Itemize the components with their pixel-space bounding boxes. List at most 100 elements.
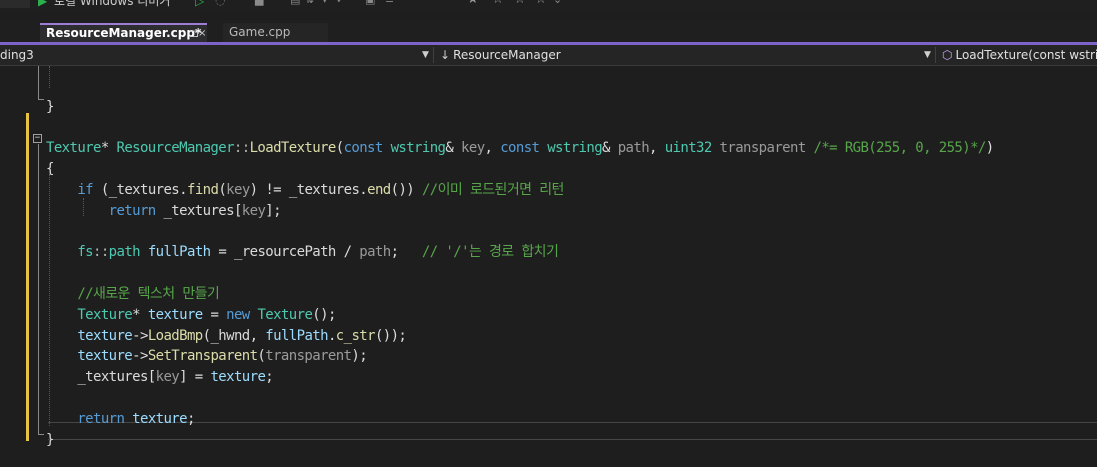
code-token: /: [335, 244, 360, 261]
code-token: (: [218, 182, 227, 198]
code-token: ->: [132, 327, 148, 344]
code-line[interactable]: if (_textures.find(key) != _textures.end…: [46, 180, 564, 201]
method-cube-icon: ⬡: [942, 48, 953, 62]
bookmark-clear-icon[interactable]: ☆: [535, 0, 547, 7]
code-token: [: [147, 369, 156, 386]
code-token: &: [602, 140, 618, 157]
filter-icon[interactable]: ▾: [322, 0, 328, 6]
code-line[interactable]: //새로운 텍스처 만들기: [46, 284, 219, 305]
code-token: //이미 로드된거면 리턴: [421, 182, 564, 198]
code-token: ());: [374, 327, 407, 344]
code-token: end: [367, 182, 391, 198]
code-token: *: [132, 306, 148, 323]
hot-reload-icon[interactable]: ▆: [255, 0, 263, 6]
code-token: Texture: [46, 140, 101, 157]
code-token: /*= RGB(255, 0, 255)*/: [813, 140, 987, 157]
play-icon[interactable]: ▶: [38, 0, 47, 8]
performance-icon[interactable]: ▤: [290, 0, 300, 6]
chevron-down-icon[interactable]: ▼: [924, 45, 931, 65]
code-token: key: [226, 182, 250, 198]
code-token: new: [226, 306, 250, 323]
code-token: );: [351, 348, 368, 365]
code-token: ) !=: [249, 182, 289, 198]
code-line[interactable]: fs::path fullPath = _resourcePath / path…: [46, 242, 559, 263]
bookmark-prev-icon[interactable]: ☆: [492, 0, 504, 7]
code-token: =: [210, 244, 234, 261]
code-token: SetTransparent: [147, 348, 258, 365]
sort-icon[interactable]: ⇅: [305, 0, 314, 6]
code-line[interactable]: texture->SetTransparent(transparent);: [46, 346, 367, 367]
debugger-target-label[interactable]: 로컬 Windows 디버거: [54, 0, 170, 9]
code-token: ()): [390, 182, 422, 198]
code-line[interactable]: }: [46, 97, 54, 118]
code-token: find: [186, 182, 219, 198]
code-line[interactable]: {: [46, 159, 54, 180]
code-token: ResourceManager: [116, 140, 234, 157]
tab-label: Game.cpp: [229, 25, 291, 39]
code-token: key: [155, 369, 180, 386]
overflow-chevron-icon[interactable]: ⌄: [553, 0, 562, 6]
code-token: texture: [77, 327, 133, 344]
code-token: texture: [77, 348, 133, 365]
indent-guide: [49, 66, 50, 88]
format-icon[interactable]: ≡: [385, 0, 394, 6]
code-token: ;: [186, 410, 195, 427]
code-token: fs: [77, 244, 93, 261]
code-line[interactable]: return _textures[key];: [46, 201, 282, 222]
tab-game-cpp[interactable]: Game.cpp: [223, 23, 328, 42]
code-line[interactable]: texture->LoadBmp(_hwnd, fullPath.c_str()…: [46, 326, 407, 347]
code-token: (: [93, 182, 109, 198]
code-line[interactable]: _textures[key] = texture;: [46, 367, 273, 388]
code-token: wstring: [390, 140, 446, 157]
navigation-bar: ding3 ▼ ↓ ResourceManager ▼ ⬡ LoadTexture(…: [0, 45, 1097, 66]
unsaved-change-bar: [26, 113, 29, 441]
collapse-icon[interactable]: −: [33, 134, 42, 143]
code-token: ::: [233, 140, 250, 157]
project-dropdown[interactable]: ding3: [0, 45, 420, 65]
save-icon[interactable]: ▣: [365, 0, 375, 6]
member-dropdown[interactable]: ⬡LoadTexture(const wstring: [942, 45, 1097, 65]
code-token: transparent: [265, 348, 352, 365]
code-editor[interactable]: − } Texture* ResourceManager::LoadTexture…: [0, 66, 1097, 467]
comment-icon[interactable]: ⁼: [415, 0, 421, 6]
code-token: texture: [132, 410, 187, 427]
current-line-highlight: [48, 422, 1097, 440]
code-token: ->: [132, 348, 148, 365]
fold-line: [38, 144, 39, 434]
refresh-icon[interactable]: ◌: [215, 0, 225, 7]
bookmark-next-icon[interactable]: ☆: [514, 0, 526, 7]
close-icon[interactable]: ×: [198, 25, 206, 42]
code-token: Texture: [77, 306, 133, 323]
uncomment-icon[interactable]: ⁼: [440, 0, 446, 6]
document-tab-strip: ResourceManager.cpp* ⊐ × Game.cpp: [0, 20, 1097, 42]
code-token: path: [617, 140, 650, 157]
code-line[interactable]: Texture* texture = new Texture();: [46, 305, 336, 326]
scope-dropdown[interactable]: ↓ ResourceManager: [440, 45, 918, 65]
code-token: _resourcePath: [233, 244, 336, 261]
code-token: .: [179, 182, 187, 198]
code-line[interactable]: }: [46, 430, 54, 451]
code-token: }: [46, 98, 54, 115]
play-no-debug-icon[interactable]: ▷: [195, 0, 204, 8]
code-token: LoadTexture: [249, 140, 337, 157]
code-token: key: [461, 140, 485, 157]
code-token: _textures: [77, 369, 148, 386]
code-line[interactable]: return texture;: [46, 409, 195, 430]
code-line[interactable]: Texture* ResourceManager::LoadTexture(co…: [46, 138, 994, 159]
code-token: texture: [147, 306, 203, 323]
fold-line-end: [38, 99, 44, 100]
check-icon[interactable]: ✓: [336, 0, 345, 6]
code-token: Texture: [257, 306, 313, 323]
code-token: (: [335, 140, 344, 157]
bookmark-icon[interactable]: ★: [467, 0, 479, 7]
chevron-down-icon[interactable]: ▼: [422, 45, 429, 65]
code-token: //새로운 텍스처 만들기: [77, 286, 220, 302]
code-token: ];: [265, 202, 281, 219]
tab-resourcemanager-cpp[interactable]: ResourceManager.cpp* ⊐ ×: [40, 23, 207, 42]
